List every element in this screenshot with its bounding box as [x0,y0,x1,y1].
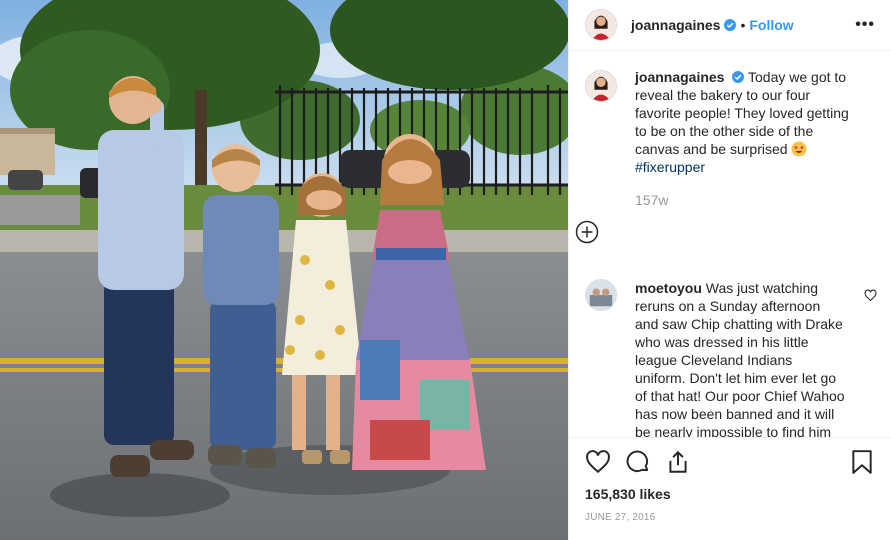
share-icon[interactable] [665,449,691,475]
caption-username[interactable]: joannagaines [635,69,724,85]
separator-dot: • [740,17,746,33]
author-avatar[interactable] [585,9,617,41]
comment-username[interactable]: moetoyou [635,280,702,296]
bookmark-icon[interactable] [849,449,875,475]
likes-count[interactable]: 165,830 likes [585,486,875,502]
post-date[interactable]: June 27, 2016 [585,512,875,523]
post-details-panel: joannagaines • Follow ••• joannagaines T… [568,0,891,540]
author-username[interactable]: joannagaines [631,17,720,33]
instagram-post: joannagaines • Follow ••• joannagaines T… [0,0,891,540]
plus-circle-icon[interactable] [575,220,599,244]
post-header: joannagaines • Follow ••• [569,0,891,51]
post-relative-time[interactable]: 157w [635,192,891,208]
caption-text-block: joannagaines Today we got to reveal the … [635,68,855,176]
comment-icon[interactable] [625,449,651,475]
heart-icon[interactable] [585,449,611,475]
action-icons-row [585,438,875,486]
follow-button[interactable]: Follow [749,17,793,33]
caption-hashtag[interactable]: #fixerupper [635,159,705,175]
avatar-image [586,280,616,310]
post-photo[interactable] [0,0,568,540]
more-options-icon[interactable]: ••• [855,16,875,34]
comment-like-heart-icon[interactable] [864,289,877,302]
avatar-image [586,10,616,40]
comment-text: Was just watching reruns on a Sunday aft… [635,280,845,437]
comment-item: moetoyou Was just watching reruns on a S… [569,279,891,437]
post-actions: 165,830 likes June 27, 2016 [569,437,891,540]
comment-body: moetoyou Was just watching reruns on a S… [635,279,845,437]
commenter-avatar[interactable] [585,279,617,311]
avatar-image [586,71,616,101]
post-photo-illustration [0,0,568,540]
post-caption: joannagaines Today we got to reveal the … [569,52,891,176]
comments-section: joannagaines Today we got to reveal the … [569,52,891,437]
verified-badge-icon [724,19,737,31]
verified-badge-icon [732,71,745,83]
caption-avatar[interactable] [585,70,617,102]
star-struck-emoji-icon [791,141,807,157]
